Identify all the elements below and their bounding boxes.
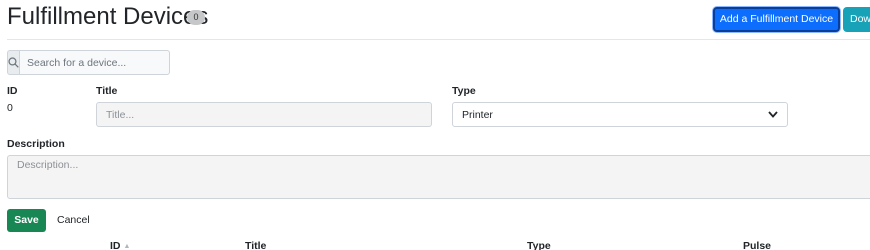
page-title: Fulfillment Devices	[7, 3, 209, 30]
id-label: ID	[7, 85, 18, 97]
search-group	[7, 50, 170, 75]
save-button[interactable]: Save	[7, 209, 46, 232]
title-input[interactable]	[96, 102, 432, 127]
id-value: 0	[7, 102, 13, 114]
add-fulfillment-device-button[interactable]: Add a Fulfillment Device	[713, 7, 840, 32]
type-label: Type	[452, 85, 476, 97]
column-header-pulse[interactable]: Pulse	[743, 240, 771, 250]
chevron-down-icon	[768, 110, 778, 120]
header-divider	[7, 39, 870, 40]
device-count-badge: 0	[187, 10, 205, 25]
description-label: Description	[7, 138, 65, 150]
column-header-type[interactable]: Type	[527, 240, 551, 250]
search-input[interactable]	[19, 50, 170, 75]
download-button[interactable]: Download	[843, 7, 870, 32]
title-label: Title	[96, 85, 118, 97]
sort-caret-icon: ▲	[123, 242, 131, 250]
description-field[interactable]	[7, 155, 870, 199]
type-select[interactable]: Printer	[452, 102, 788, 127]
type-select-value: Printer	[462, 108, 493, 121]
column-header-title[interactable]: Title	[245, 240, 266, 250]
search-icon[interactable]	[7, 50, 19, 75]
cancel-button[interactable]: Cancel	[57, 209, 90, 232]
column-header-id[interactable]: ID ▲	[110, 240, 130, 250]
